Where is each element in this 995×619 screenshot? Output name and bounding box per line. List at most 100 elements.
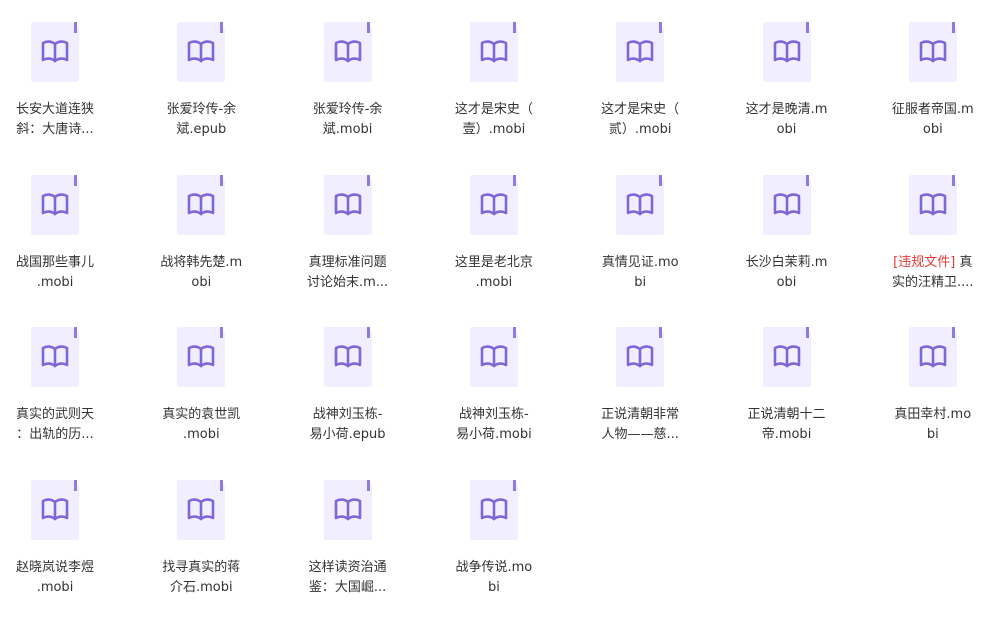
file-name-line-1: 战神刘玉栋-: [439, 405, 549, 425]
violation-tag: [违规文件]: [893, 254, 956, 270]
file-item[interactable]: 真实的武则天 ：出轨的历...: [0, 305, 146, 455]
file-name-line-2: 帝.mobi: [761, 427, 812, 442]
file-item[interactable]: 真田幸村.mo bi: [878, 305, 995, 455]
file-item[interactable]: 这里是老北京 .mobi: [439, 153, 585, 303]
file-name-line-2: bi: [926, 427, 939, 442]
file-name-line-2: bi: [634, 274, 647, 290]
file-name-line-2: 斌.mobi: [322, 122, 373, 137]
file-name: [违规文件] 真实的汪精卫....: [878, 253, 988, 293]
file-name-text: 真理标准问题: [308, 254, 387, 270]
file-name-text: 战将韩先楚.m: [160, 254, 243, 270]
file-item[interactable]: 找寻真实的蒋 介石.mobi: [146, 458, 292, 608]
ebook-file-icon: [322, 20, 374, 84]
ebook-file-icon: [907, 173, 959, 237]
file-item[interactable]: 真实的袁世凯 .mobi: [146, 305, 292, 455]
ebook-file-icon: [761, 173, 813, 237]
file-name-line-2: 斜：大唐诗...: [16, 122, 94, 137]
file-item[interactable]: 征服者帝国.m obi: [878, 0, 995, 150]
file-item[interactable]: 战争传说.mo bi: [439, 458, 585, 608]
file-item[interactable]: 这才是晚清.m obi: [732, 0, 878, 150]
file-name-text: 征服者帝国.m: [891, 102, 974, 117]
file-name: 战国那些事儿 .mobi: [0, 253, 110, 293]
file-name-line-2: 人物——慈...: [601, 427, 679, 442]
file-name-text: 张爱玲传-余: [166, 102, 237, 117]
file-name-line-1: 战将韩先楚.m: [146, 253, 256, 273]
file-name-text: 战争传说.mo: [455, 559, 533, 575]
file-name-line-1: 这里是老北京: [439, 253, 549, 273]
ebook-file-icon: [29, 173, 81, 237]
file-name-line-1: 这才是晚清.m: [732, 100, 842, 120]
file-item[interactable]: 这才是宋史（ 壹）.mobi: [439, 0, 585, 150]
file-item[interactable]: 战将韩先楚.m obi: [146, 153, 292, 303]
file-item[interactable]: 张爱玲传-余斌.mobi: [293, 0, 439, 150]
file-item[interactable]: 这才是宋史（ 贰）.mobi: [585, 0, 731, 150]
file-name-line-1: 这样读资治通: [293, 558, 403, 578]
ebook-file-icon: [322, 325, 374, 389]
file-item[interactable]: 这样读资治通 鉴：大国崛...: [293, 458, 439, 608]
file-name: 真理标准问题 讨论始末.m...: [293, 253, 403, 293]
file-name-line-1: 张爱玲传-余: [146, 100, 256, 120]
file-name-text: 真实的武则天: [15, 407, 94, 422]
ebook-file-icon: [322, 173, 374, 237]
ebook-file-icon: [29, 325, 81, 389]
file-item[interactable]: 长沙白茉莉.m obi: [732, 153, 878, 303]
file-name-text: 长安大道连狭: [15, 102, 94, 117]
file-name: 这里是老北京 .mobi: [439, 253, 549, 293]
file-item[interactable]: 长安大道连狭 斜：大唐诗...: [0, 0, 146, 150]
file-name-text: 这才是晚清.m: [745, 102, 828, 117]
file-item[interactable]: 正说清朝非常 人物——慈...: [585, 305, 731, 455]
file-item[interactable]: 赵晓岚说李煜 .mobi: [0, 458, 146, 608]
file-name-line-2: 实的汪精卫....: [892, 274, 974, 290]
file-name-text: 战神刘玉栋-: [459, 407, 529, 422]
file-item[interactable]: 正说清朝十二 帝.mobi: [732, 305, 878, 455]
ebook-file-icon: [907, 325, 959, 389]
file-item[interactable]: 战神刘玉栋- 易小荷.epub: [293, 305, 439, 455]
file-name-text: 正说清朝非常: [601, 407, 680, 422]
file-grid: 长安大道连狭 斜：大唐诗... 张爱玲传-余 斌.epub 张爱玲传-余 斌.mobi 这才…: [0, 0, 995, 619]
file-item[interactable]: 真理标准问题 讨论始末.m...: [293, 153, 439, 303]
file-name-text: 这样读资治通: [308, 559, 387, 575]
file-name-line-2: .mobi: [36, 274, 74, 290]
file-name-line-2: 鉴：大国崛...: [308, 579, 387, 595]
file-item[interactable]: 张爱玲传-余 斌.epub: [146, 0, 292, 150]
ebook-file-icon: [907, 20, 959, 84]
file-item[interactable]: 真情见证.mo bi: [585, 153, 731, 303]
ebook-file-icon: [468, 173, 520, 237]
ebook-file-icon: [175, 173, 227, 237]
file-name: 战神刘玉栋- 易小荷.mobi: [439, 405, 549, 445]
file-name-line-2: 易小荷.mobi: [456, 427, 532, 442]
file-name: 真实的武则天 ：出轨的历...: [0, 405, 110, 445]
file-name-text: 这里是老北京: [454, 254, 533, 270]
ebook-file-icon: [175, 325, 227, 389]
file-name-text: 正说清朝十二: [747, 407, 826, 422]
ebook-file-icon: [175, 20, 227, 84]
file-name: 正说清朝非常 人物——慈...: [585, 405, 695, 445]
file-name-line-1: 这才是宋史（: [439, 100, 549, 120]
file-name-line-1: 真情见证.mo: [585, 253, 695, 273]
file-name-line-1: 长沙白茉莉.m: [732, 253, 842, 273]
file-name-line-1: [违规文件] 真: [878, 253, 988, 273]
file-name-text: 真田幸村.mo: [894, 407, 972, 422]
file-name-line-1: 张爱玲传-余: [293, 100, 403, 120]
file-name-text: 长沙白茉莉.m: [745, 254, 828, 270]
file-item[interactable]: [违规文件] 真实的汪精卫....: [878, 153, 995, 303]
file-name-line-1: 战国那些事儿: [0, 253, 110, 273]
file-name-line-1: 正说清朝非常: [585, 405, 695, 425]
ebook-file-icon: [761, 325, 813, 389]
file-name-text: 赵晓岚说李煜: [15, 559, 94, 575]
file-name-line-2: obi: [191, 274, 212, 290]
file-item[interactable]: 战神刘玉栋- 易小荷.mobi: [439, 305, 585, 455]
file-name-text: 找寻真实的蒋: [162, 559, 241, 575]
file-name-line-1: 真田幸村.mo: [878, 405, 988, 425]
ebook-file-icon: [322, 478, 374, 542]
ebook-file-icon: [614, 173, 666, 237]
file-name-line-2: obi: [922, 122, 943, 137]
file-name: 真田幸村.mo bi: [878, 405, 988, 445]
file-item[interactable]: 战国那些事儿 .mobi: [0, 153, 146, 303]
file-name-line-1: 战神刘玉栋-: [293, 405, 403, 425]
file-name-line-1: 长安大道连狭: [0, 100, 110, 120]
file-name: 这才是宋史（ 壹）.mobi: [439, 100, 549, 140]
file-name-line-2: 讨论始末.m...: [306, 274, 389, 290]
file-name: 长沙白茉莉.m obi: [732, 253, 842, 293]
ebook-file-icon: [468, 20, 520, 84]
